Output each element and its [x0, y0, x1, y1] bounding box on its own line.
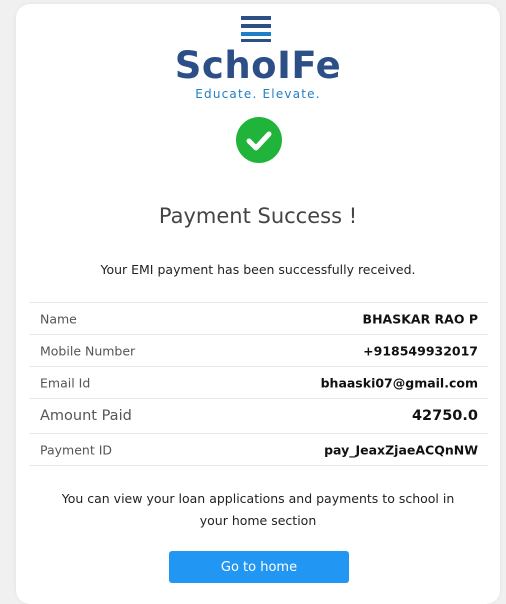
payment-success-card: SchoIFe Educate. Elevate. Payment Succes…: [16, 4, 500, 604]
status-title: Payment Success !: [158, 204, 358, 228]
home-section-note: You can view your loan applications and …: [61, 491, 455, 528]
logo-mark-icon: [241, 16, 271, 42]
go-to-home-button[interactable]: Go to home: [169, 551, 349, 583]
detail-label: Email Id: [40, 375, 91, 390]
brand-name: SchoIFe: [174, 44, 342, 87]
brand-tagline: Educate. Elevate.: [195, 87, 321, 101]
detail-label: Mobile Number: [40, 343, 136, 358]
detail-row-mobile: Mobile Number +918549932017: [30, 335, 488, 367]
detail-row-amount: Amount Paid 42750.0: [30, 399, 488, 434]
payment-details-table: Name BHASKAR RAO P Mobile Number +918549…: [30, 302, 488, 466]
detail-value: BHASKAR RAO P: [362, 311, 478, 326]
detail-label: Amount Paid: [40, 408, 132, 424]
detail-value: bhaaski07@gmail.com: [320, 375, 478, 390]
detail-value: pay_JeaxZjaeACQnNW: [324, 442, 478, 457]
detail-value: 42750.0: [411, 408, 478, 424]
brand-logo: SchoIFe Educate. Elevate.: [16, 14, 500, 104]
status-message: Your EMI payment has been successfully r…: [100, 262, 416, 277]
detail-value: +918549932017: [363, 343, 478, 358]
detail-row-email: Email Id bhaaski07@gmail.com: [30, 367, 488, 399]
success-check-icon: [236, 117, 282, 163]
detail-row-name: Name BHASKAR RAO P: [30, 303, 488, 335]
detail-row-payment-id: Payment ID pay_JeaxZjaeACQnNW: [30, 434, 488, 466]
detail-label: Payment ID: [40, 442, 113, 457]
detail-label: Name: [40, 311, 77, 326]
